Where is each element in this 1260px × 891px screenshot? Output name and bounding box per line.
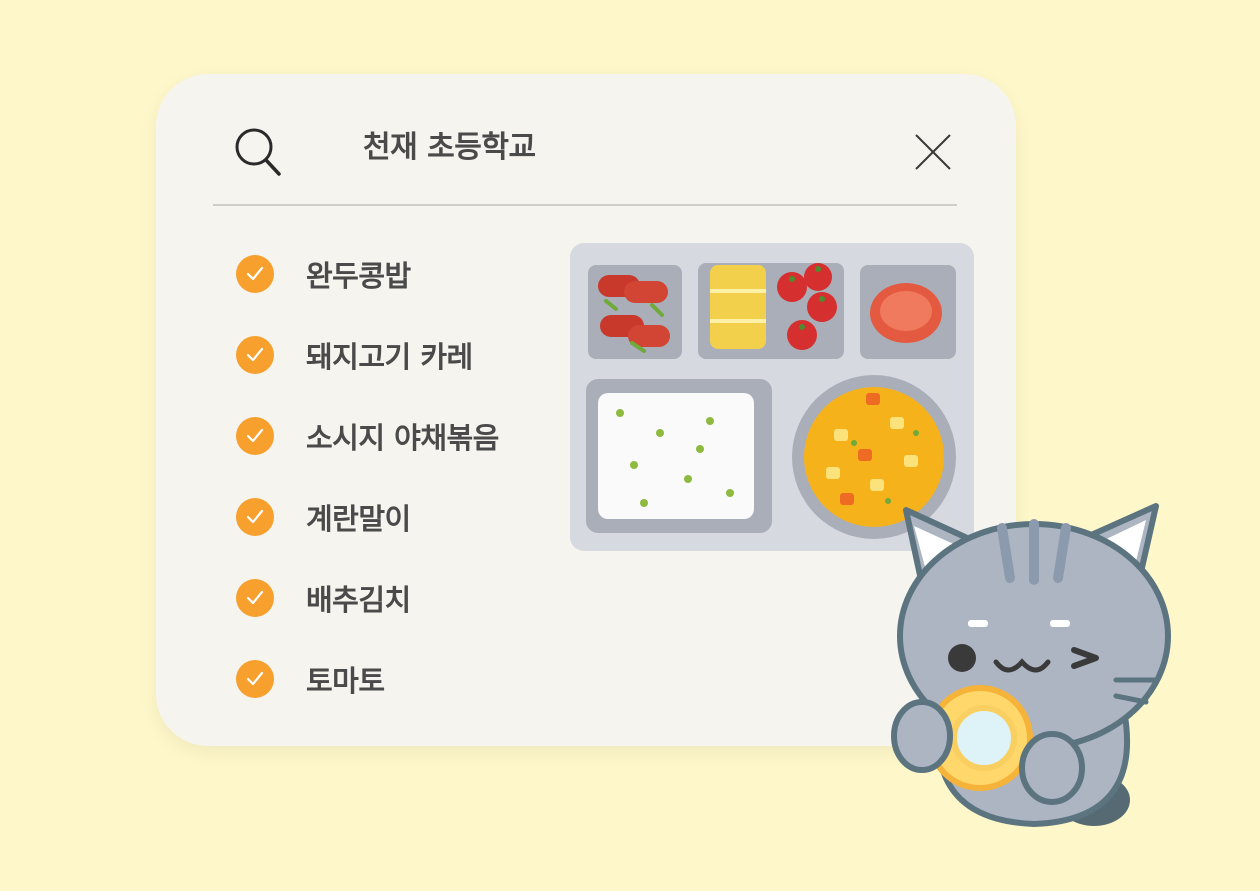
close-icon[interactable] <box>913 132 953 172</box>
cat-mascot-illustration <box>891 503 1171 828</box>
menu-item-label: 계란말이 <box>306 502 411 536</box>
search-bar[interactable]: 천재 초등학교 <box>213 118 957 182</box>
menu-item-label: 토마토 <box>306 664 385 698</box>
menu-item-label: 배추김치 <box>306 583 411 617</box>
menu-item-label: 완두콩밥 <box>306 259 411 293</box>
check-circle-icon <box>236 660 274 698</box>
menu-item[interactable]: 계란말이 <box>236 497 556 537</box>
check-circle-icon <box>236 336 274 374</box>
menu-item[interactable]: 완두콩밥 <box>236 254 556 294</box>
divider <box>213 204 957 206</box>
check-circle-icon <box>236 417 274 455</box>
check-circle-icon <box>236 255 274 293</box>
menu-item[interactable]: 소시지 야채볶음 <box>236 416 556 456</box>
menu-item[interactable]: 토마토 <box>236 659 556 699</box>
menu-item[interactable]: 돼지고기 카레 <box>236 335 556 375</box>
search-input[interactable]: 천재 초등학교 <box>363 128 536 168</box>
menu-item-label: 돼지고기 카레 <box>306 340 473 374</box>
menu-item-label: 소시지 야채볶음 <box>306 421 499 455</box>
check-circle-icon <box>236 579 274 617</box>
check-circle-icon <box>236 498 274 536</box>
menu-item[interactable]: 배추김치 <box>236 578 556 618</box>
search-icon <box>235 128 281 176</box>
